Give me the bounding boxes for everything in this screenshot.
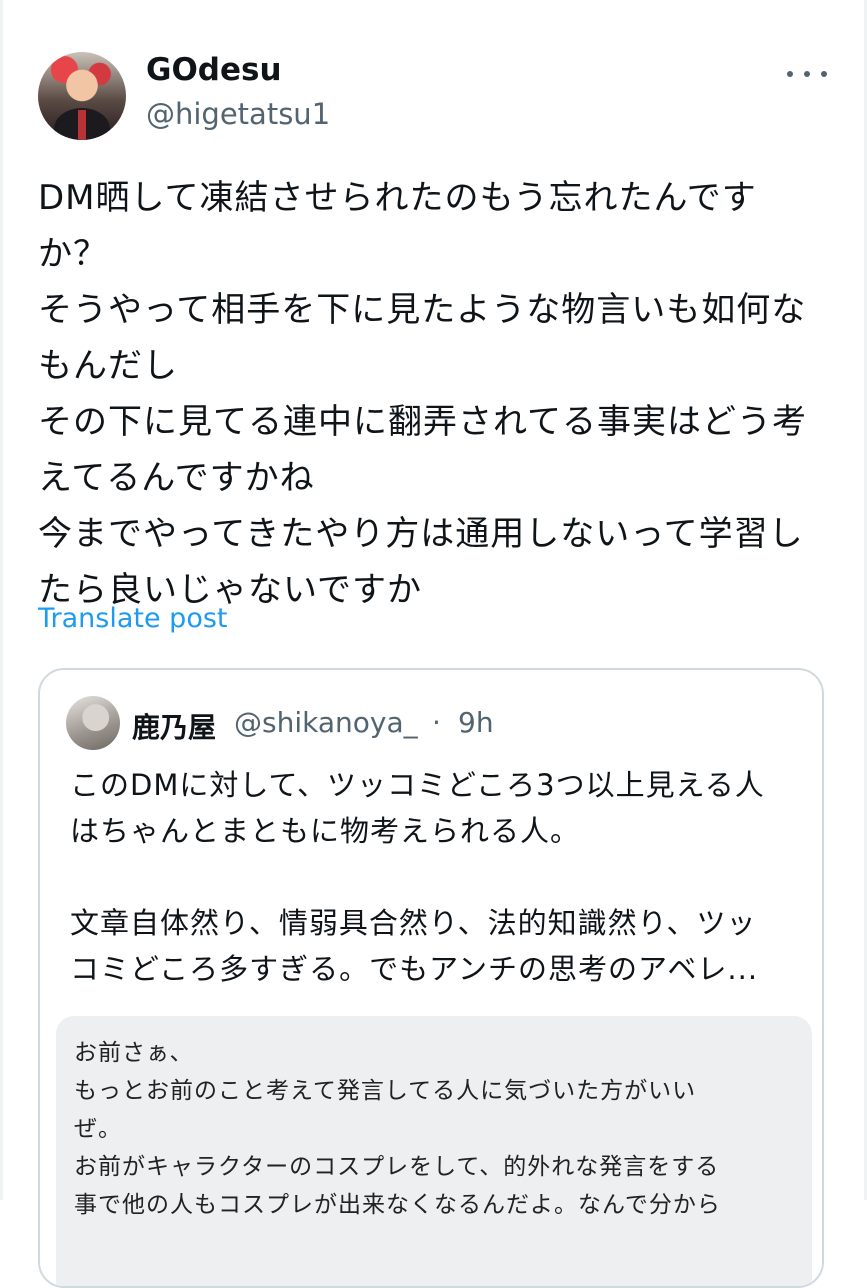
post-line: DM晒して凍結させられたのもう忘れたんです [38, 178, 757, 218]
image-text: お前さぁ、 もっとお前のこと考えて発言してる人に気づいた方がいい ぜ。 お前がキ… [74, 1034, 804, 1224]
quoted-attached-image[interactable]: お前さぁ、 もっとお前のこと考えて発言してる人に気づいた方がいい ぜ。 お前がキ… [56, 1016, 812, 1286]
quoted-line: コミどころ多すぎる。でもアンチの思考のアベレ... [70, 952, 759, 986]
translate-post-link[interactable]: Translate post [38, 603, 228, 634]
page-edge-left [0, 0, 3, 1200]
post-line: もんだし [38, 346, 178, 386]
quoted-author-avatar[interactable] [66, 696, 120, 750]
image-text-line: もっとお前のこと考えて発言してる人に気づいた方がいい [74, 1078, 697, 1104]
quoted-author-display-name: 鹿乃屋 [132, 711, 217, 744]
post-line: そうやって相手を下に見たような物言いも如何な [38, 290, 807, 330]
author-display-name[interactable]: GOdesu [146, 52, 282, 88]
image-text-line: お前さぁ、 [74, 1040, 194, 1066]
post-line: えてるんですかね [38, 458, 315, 498]
quoted-post-card[interactable]: 鹿乃屋 @shikanoya_ · 9h このDMに対して、ツッコミどころ3つ以… [38, 668, 824, 1288]
dot [804, 71, 810, 77]
quoted-timestamp: 9h [458, 706, 494, 739]
dot [787, 71, 793, 77]
quoted-post-body: このDMに対して、ツッコミどころ3つ以上見える人 はちゃんとまともに物考えられる… [70, 762, 810, 992]
quoted-line: このDMに対して、ツッコミどころ3つ以上見える人 [70, 768, 765, 802]
post-line: その下に見てる連中に翻弄されてる事実はどう考 [38, 402, 807, 442]
quoted-author-handle: @shikanoya_ [234, 706, 418, 739]
author-avatar[interactable] [38, 52, 126, 140]
quoted-blank-line [70, 854, 810, 900]
image-text-line: ぜ。 [74, 1116, 122, 1142]
quoted-separator: · [432, 706, 441, 739]
post-line: 今までやってきたやり方は通用しないって学習し [38, 514, 804, 554]
author-handle[interactable]: @higetatsu1 [146, 97, 330, 131]
post-body: DM晒して凍結させられたのもう忘れたんです か？ そうやって相手を下に見たような… [38, 170, 828, 618]
dot [821, 71, 827, 77]
image-text-line: お前がキャラクターのコスプレをして、的外れな発言をする [74, 1154, 720, 1180]
post-line: か？ [38, 234, 108, 274]
image-text-line: 事で他の人もコスプレが出来なくなるんだよ。なんで分から [74, 1192, 721, 1218]
quoted-line: 文章自体然り、情弱具合然り、法的知識然り、ツッ [70, 906, 757, 940]
avatar-tie [78, 110, 86, 140]
quoted-line: はちゃんとまともに物考えられる人。 [70, 814, 581, 848]
more-options-icon[interactable] [787, 62, 827, 86]
